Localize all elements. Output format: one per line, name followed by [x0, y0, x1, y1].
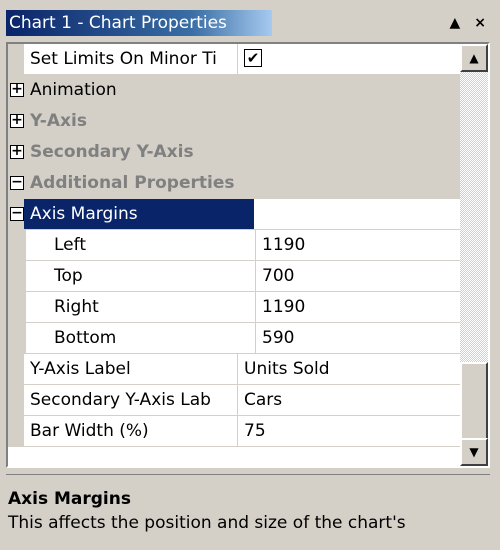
property-name: Bottom	[26, 323, 256, 353]
row-gutter	[8, 44, 24, 74]
property-name: Right	[26, 292, 256, 322]
category-value	[254, 199, 462, 229]
expand-icon[interactable]: +	[10, 82, 24, 97]
title-buttons: ▲ ×	[449, 10, 486, 36]
title-bar: Chart 1 - Chart Properties ▲ ×	[6, 8, 490, 38]
expand-icon[interactable]: +	[10, 144, 24, 159]
collapse-icon[interactable]: −	[10, 206, 24, 221]
category-row[interactable]: + Animation	[8, 75, 462, 106]
property-row[interactable]: Bottom 590	[8, 323, 462, 354]
property-value[interactable]: 700	[256, 261, 462, 291]
pin-icon[interactable]: ▲	[449, 15, 460, 31]
collapse-icon[interactable]: −	[10, 175, 24, 190]
property-value[interactable]: 75	[238, 416, 462, 446]
row-gutter	[8, 385, 24, 415]
category-label: Y-Axis	[30, 111, 87, 131]
property-name: Bar Width (%)	[24, 416, 238, 446]
category-label: Animation	[30, 80, 117, 100]
scroll-thumb[interactable]	[460, 362, 488, 442]
expand-icon[interactable]: +	[10, 113, 24, 128]
window-title: Chart 1 - Chart Properties	[6, 10, 272, 36]
description-panel: Axis Margins This affects the position a…	[6, 474, 490, 550]
row-gutter	[8, 261, 26, 291]
description-title: Axis Margins	[8, 489, 131, 509]
checkbox[interactable]: ✔	[244, 48, 262, 67]
property-row[interactable]: Bar Width (%) 75	[8, 416, 462, 447]
vertical-scrollbar[interactable]: ▲ ▼	[460, 44, 488, 466]
category-label: Secondary Y-Axis	[30, 142, 194, 162]
row-gutter	[8, 354, 24, 384]
property-row[interactable]: Y-Axis Label Units Sold	[8, 354, 462, 385]
property-name: Set Limits On Minor Ti	[24, 44, 238, 74]
row-gutter	[8, 292, 26, 322]
property-row[interactable]: Secondary Y-Axis Lab Cars	[8, 385, 462, 416]
property-grid: Set Limits On Minor Ti ✔ + Animation + Y-Axis…	[6, 42, 490, 468]
scroll-down-button[interactable]: ▼	[460, 438, 488, 466]
category-row[interactable]: + Secondary Y-Axis	[8, 137, 462, 168]
property-value[interactable]: 1190	[256, 292, 462, 322]
property-name: Secondary Y-Axis Lab	[24, 385, 238, 415]
close-icon[interactable]: ×	[474, 15, 486, 31]
property-value[interactable]: Cars	[238, 385, 462, 415]
property-row[interactable]: Top 700	[8, 261, 462, 292]
category-row[interactable]: + Y-Axis	[8, 106, 462, 137]
description-text: This affects the position and size of th…	[8, 513, 406, 533]
property-value[interactable]: 1190	[256, 230, 462, 260]
property-value[interactable]: ✔	[238, 44, 462, 74]
property-value[interactable]: 590	[256, 323, 462, 353]
category-label: Additional Properties	[30, 173, 235, 193]
category-row[interactable]: − Additional Properties	[8, 168, 462, 199]
category-row[interactable]: − Axis Margins	[8, 199, 462, 230]
row-gutter	[8, 416, 24, 446]
property-name: Top	[26, 261, 256, 291]
row-gutter	[8, 323, 26, 353]
property-rows: Set Limits On Minor Ti ✔ + Animation + Y-Axis…	[8, 44, 462, 447]
row-gutter	[8, 230, 26, 260]
property-row[interactable]: Right 1190	[8, 292, 462, 323]
property-name: Y-Axis Label	[24, 354, 238, 384]
property-row[interactable]: Left 1190	[8, 230, 462, 261]
property-row[interactable]: Set Limits On Minor Ti ✔	[8, 44, 462, 75]
scroll-up-button[interactable]: ▲	[460, 44, 488, 72]
property-value[interactable]: Units Sold	[238, 354, 462, 384]
category-label: Axis Margins	[24, 199, 254, 229]
property-name: Left	[26, 230, 256, 260]
